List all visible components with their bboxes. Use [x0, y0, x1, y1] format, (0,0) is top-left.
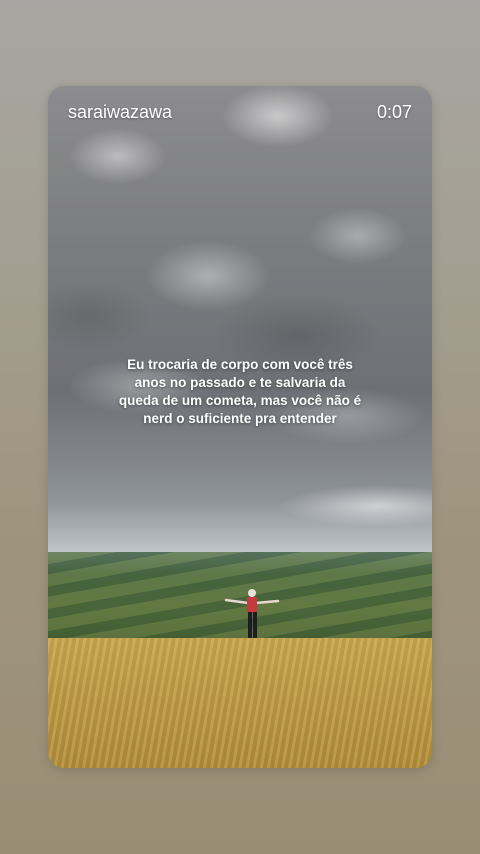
story-caption: Eu trocaria de corpo com você três anos …	[88, 356, 392, 428]
person-arms-outstretched	[224, 589, 280, 638]
cloudy-sky-image	[48, 86, 432, 556]
caption-line: anos no passado e te salvaria da	[134, 375, 346, 390]
caption-line: nerd o suficiente pra entender	[143, 411, 337, 426]
elapsed-time: 0:07	[376, 102, 412, 122]
grass-field	[48, 638, 432, 768]
story-card[interactable]: saraiwazawa 0:07 Eu trocaria de corpo co…	[48, 86, 432, 768]
caption-line: Eu trocaria de corpo com você três	[127, 357, 353, 372]
username-label[interactable]: saraiwazawa	[68, 102, 172, 123]
caption-line: queda de um cometa, mas você não é	[118, 393, 362, 408]
